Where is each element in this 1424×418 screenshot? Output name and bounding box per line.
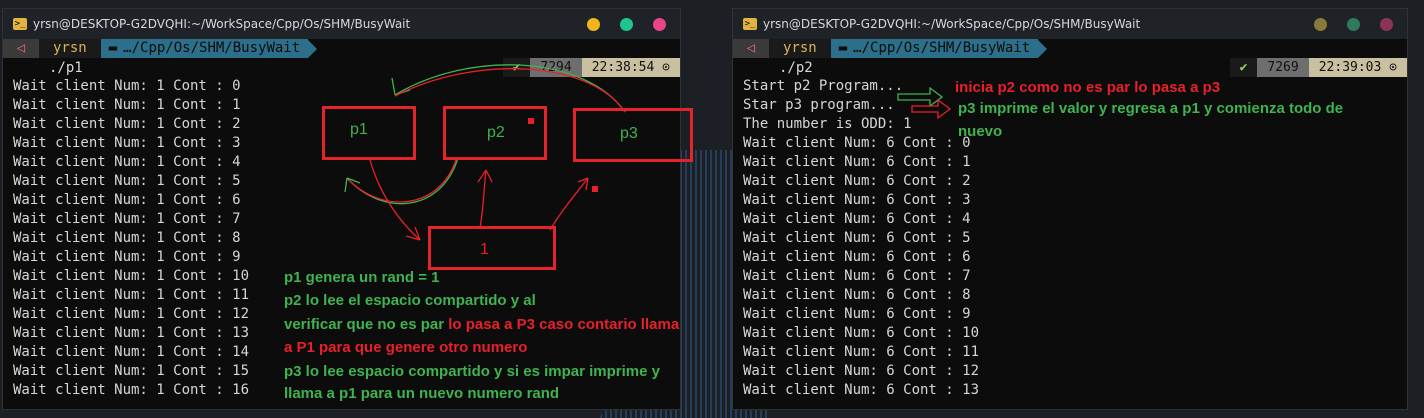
output-line: Wait client Num: 1 Cont : 3: [13, 135, 241, 151]
output-line: Wait client Num: 1 Cont : 1: [13, 97, 241, 113]
window-title: yrsn@DESKTOP-G2DVQHI:~/WorkSpace/Cpp/Os/…: [33, 17, 411, 31]
minimize-button[interactable]: [1314, 18, 1327, 31]
output-line: Star p3 program...: [743, 97, 895, 113]
terminal-icon: >_: [743, 18, 757, 30]
output-line: Wait client Num: 1 Cont : 2: [13, 116, 241, 132]
output-line: Wait client Num: 1 Cont : 13: [13, 325, 250, 341]
command-line: ./p1 ✔ 7294 22:38:54 ⊙: [3, 58, 680, 77]
folder-icon: ▬: [108, 40, 118, 56]
output-line: Wait client Num: 6 Cont : 8: [743, 287, 971, 303]
output-line: Wait client Num: 1 Cont : 5: [13, 173, 241, 189]
prompt-path: ▬ …/Cpp/Os/SHM/BusyWait: [830, 39, 1039, 58]
output-line: Wait client Num: 6 Cont : 10: [743, 325, 980, 341]
output-line: Wait client Num: 6 Cont : 13: [743, 382, 980, 398]
terminal-icon: >_: [13, 18, 27, 30]
output-line: Wait client Num: 1 Cont : 9: [13, 249, 241, 265]
os-icon: ◁: [3, 39, 39, 58]
output-line: Wait client Num: 1 Cont : 4: [13, 154, 241, 170]
minimize-button[interactable]: [587, 18, 600, 31]
output-line: Wait client Num: 6 Cont : 12: [743, 363, 980, 379]
command-text: ./p1: [49, 59, 83, 76]
prompt-user: yrsn: [769, 39, 831, 58]
prompt-path-text: …/Cpp/Os/SHM/BusyWait: [123, 40, 301, 56]
command-line: ./p2 ✔ 7269 22:39:03 ⊙: [733, 58, 1407, 77]
prompt-path: ▬ …/Cpp/Os/SHM/BusyWait: [100, 39, 309, 58]
maximize-button[interactable]: [1347, 18, 1360, 31]
right-status: ✔ 7269 22:39:03 ⊙: [1229, 58, 1407, 77]
close-button[interactable]: [1380, 18, 1393, 31]
prompt-user: yrsn: [39, 39, 101, 58]
process-id: 7269: [1257, 58, 1309, 77]
output-line: Wait client Num: 1 Cont : 14: [13, 344, 250, 360]
window-title: yrsn@DESKTOP-G2DVQHI:~/WorkSpace/Cpp/Os/…: [763, 17, 1141, 31]
output-line: Wait client Num: 6 Cont : 6: [743, 249, 971, 265]
maximize-button[interactable]: [620, 18, 633, 31]
output-line: Wait client Num: 6 Cont : 3: [743, 192, 971, 208]
folder-icon: ▬: [838, 40, 848, 56]
title-bar[interactable]: >_ yrsn@DESKTOP-G2DVQHI:~/WorkSpace/Cpp/…: [3, 9, 680, 39]
output-line: Wait client Num: 1 Cont : 16: [13, 382, 250, 398]
terminal-window-p2[interactable]: >_ yrsn@DESKTOP-G2DVQHI:~/WorkSpace/Cpp/…: [732, 8, 1408, 410]
clock-time: 22:39:03 ⊙: [1308, 58, 1407, 77]
clock-time: 22:38:54 ⊙: [581, 58, 680, 77]
title-bar[interactable]: >_ yrsn@DESKTOP-G2DVQHI:~/WorkSpace/Cpp/…: [733, 9, 1407, 39]
output-line: Wait client Num: 1 Cont : 11: [13, 287, 250, 303]
output-line: Wait client Num: 6 Cont : 4: [743, 211, 971, 227]
output-line: Wait client Num: 6 Cont : 11: [743, 344, 980, 360]
terminal-output[interactable]: Start p2 Program... Star p3 program... The…: [733, 77, 1407, 400]
output-line: Start p2 Program...: [743, 78, 904, 94]
output-line: Wait client Num: 6 Cont : 2: [743, 173, 971, 189]
right-status: ✔ 7294 22:38:54 ⊙: [502, 58, 680, 77]
command-text: ./p2: [779, 59, 813, 76]
output-line: Wait client Num: 6 Cont : 1: [743, 154, 971, 170]
output-line: Wait client Num: 1 Cont : 7: [13, 211, 241, 227]
success-check-icon: ✔: [502, 58, 531, 77]
close-button[interactable]: [653, 18, 666, 31]
output-line: Wait client Num: 1 Cont : 12: [13, 306, 250, 322]
prompt-line: ◁ yrsn ▬ …/Cpp/Os/SHM/BusyWait: [733, 39, 1407, 58]
output-line: The number is ODD: 1: [743, 116, 912, 132]
os-icon: ◁: [733, 39, 769, 58]
success-check-icon: ✔: [1229, 58, 1258, 77]
prompt-line: ◁ yrsn ▬ …/Cpp/Os/SHM/BusyWait: [3, 39, 680, 58]
output-line: Wait client Num: 6 Cont : 7: [743, 268, 971, 284]
terminal-window-p1[interactable]: >_ yrsn@DESKTOP-G2DVQHI:~/WorkSpace/Cpp/…: [2, 8, 681, 410]
prompt-path-text: …/Cpp/Os/SHM/BusyWait: [853, 40, 1031, 56]
process-id: 7294: [530, 58, 582, 77]
output-line: Wait client Num: 1 Cont : 0: [13, 78, 241, 94]
output-line: Wait client Num: 1 Cont : 8: [13, 230, 241, 246]
output-line: Wait client Num: 6 Cont : 0: [743, 135, 971, 151]
prompt-arrow-icon: [308, 39, 318, 58]
output-line: Wait client Num: 6 Cont : 5: [743, 230, 971, 246]
output-line: Wait client Num: 1 Cont : 10: [13, 268, 250, 284]
terminal-output[interactable]: Wait client Num: 1 Cont : 0 Wait client N…: [3, 77, 680, 400]
prompt-arrow-icon: [1038, 39, 1048, 58]
output-line: Wait client Num: 1 Cont : 15: [13, 363, 250, 379]
output-line: Wait client Num: 6 Cont : 9: [743, 306, 971, 322]
output-line: Wait client Num: 1 Cont : 6: [13, 192, 241, 208]
